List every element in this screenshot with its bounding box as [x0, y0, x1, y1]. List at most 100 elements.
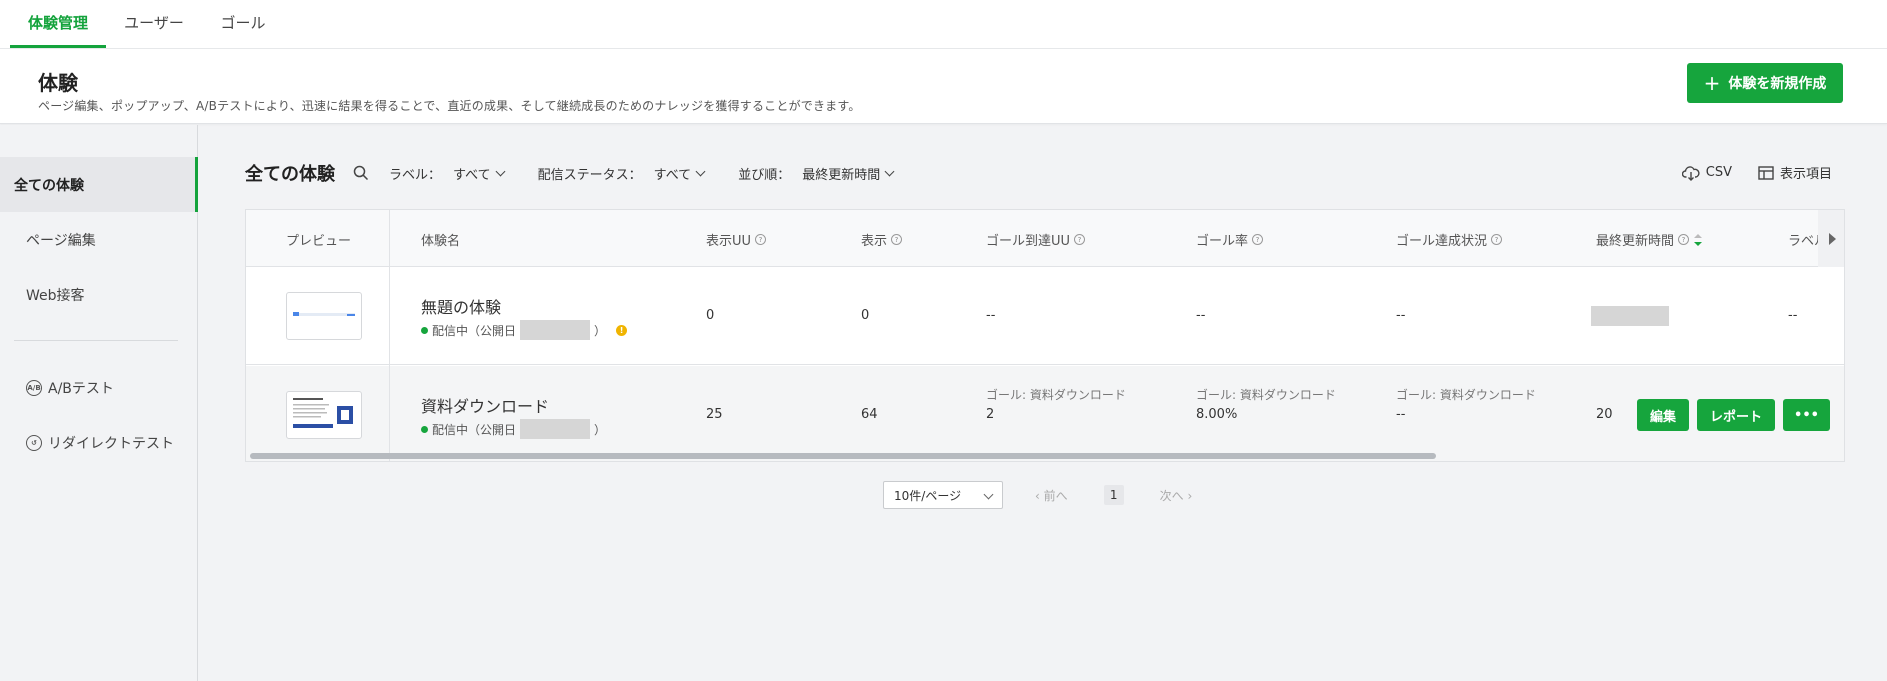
list-title: 全ての体験	[245, 164, 335, 185]
table-row[interactable]: 無題の体験 配信中（公開日） ! 0 0 -- -- -- --	[246, 267, 1844, 365]
scroll-right-button[interactable]	[1818, 210, 1844, 267]
report-button[interactable]: レポート	[1697, 399, 1775, 431]
sidebar-item-ab-test[interactable]: A/B A/Bテスト	[0, 360, 198, 415]
tab-experience-management[interactable]: 体験管理	[10, 0, 106, 48]
sort-icon[interactable]	[1693, 233, 1703, 247]
col-goal-status: ゴール達成状況?	[1396, 230, 1503, 249]
col-preview: プレビュー	[286, 234, 352, 249]
help-icon[interactable]: ?	[1678, 234, 1690, 245]
sidebar-item-label: A/Bテスト	[48, 380, 114, 397]
status-filter-label: 配信ステータス：	[537, 167, 642, 183]
column-divider	[389, 210, 390, 461]
experience-name[interactable]: 資料ダウンロード	[421, 393, 549, 417]
chevron-down-icon[interactable]	[884, 166, 895, 176]
top-navigation: 体験管理 ユーザー ゴール	[0, 0, 1887, 49]
tab-users[interactable]: ユーザー	[118, 0, 190, 48]
help-icon[interactable]: ?	[891, 234, 903, 245]
display-columns-button[interactable]: 表示項目	[1758, 163, 1832, 182]
label-value: --	[1788, 308, 1798, 323]
status-dot	[421, 326, 428, 334]
search-icon[interactable]	[353, 165, 369, 181]
page-title: 体験	[38, 71, 78, 95]
col-last-updated[interactable]: 最終更新時間?	[1596, 230, 1703, 249]
redacted-date	[1591, 306, 1669, 326]
redacted-date	[520, 320, 591, 340]
sidebar-item-label: 全ての体験	[14, 177, 84, 194]
delivery-status: 配信中（公開日） !	[421, 320, 628, 340]
status-filter-dropdown[interactable]: すべて	[654, 164, 692, 183]
page-description: ページ編集、ポップアップ、A/Bテストにより、迅速に結果を得ることで、直近の成果…	[38, 99, 861, 113]
display-value: 64	[861, 407, 878, 422]
sidebar-item-web-engagement[interactable]: Web接客	[0, 267, 198, 322]
warning-icon[interactable]: !	[616, 324, 628, 336]
create-experience-button[interactable]: + 体験を新規作成	[1687, 63, 1843, 103]
chevron-down-icon[interactable]	[695, 166, 706, 176]
help-icon[interactable]: ?	[1074, 234, 1086, 245]
preview-thumbnail[interactable]	[286, 292, 362, 340]
goal-name-label: ゴール: 資料ダウンロード	[1396, 388, 1536, 402]
goal-status-value: --	[1396, 308, 1406, 323]
prev-page-button[interactable]: ‹ 前へ	[1035, 487, 1068, 504]
display-value: 0	[861, 308, 870, 323]
pagination: 10件/ページ ‹ 前へ 1 次へ ›	[883, 481, 1192, 509]
goal-rate-value: 8.00%	[1196, 407, 1238, 422]
label-filter-dropdown[interactable]: すべて	[453, 164, 491, 183]
label-filter-label: ラベル：	[389, 167, 442, 183]
horizontal-scrollbar[interactable]	[250, 453, 1436, 459]
experience-name[interactable]: 無題の体験	[421, 294, 501, 318]
display-uu-value: 0	[706, 308, 715, 323]
redirect-icon: ↺	[26, 434, 42, 451]
goal-status-value: --	[1396, 407, 1406, 422]
status-dot	[421, 425, 428, 433]
col-goal-uu: ゴール到達UU?	[986, 230, 1086, 249]
sidebar-divider	[14, 340, 178, 341]
sidebar-item-all-experiences[interactable]: 全ての体験	[0, 157, 198, 212]
sort-dropdown[interactable]: 最終更新時間	[802, 164, 880, 183]
create-experience-label: 体験を新規作成	[1728, 76, 1827, 92]
edit-button[interactable]: 編集	[1637, 399, 1689, 431]
filter-bar: 全ての体験 ラベル： すべて 配信ステータス： すべて 並び順： 最終更新時間	[245, 160, 927, 186]
table-tools: CSV 表示項目	[1681, 163, 1832, 182]
csv-download-button[interactable]: CSV	[1681, 165, 1732, 181]
cloud-download-icon	[1681, 165, 1700, 181]
col-experience-name: 体験名	[421, 234, 461, 249]
goal-name-label: ゴール: 資料ダウンロード	[986, 388, 1126, 402]
tab-goals[interactable]: ゴール	[212, 0, 274, 48]
help-icon[interactable]: ?	[755, 234, 767, 245]
sidebar-item-label: Web接客	[26, 287, 85, 304]
sidebar-item-label: リダイレクトテスト	[48, 435, 174, 452]
experience-table: プレビュー 体験名 表示UU? 表示? ゴール到達UU? ゴール率? ゴール達成…	[245, 209, 1845, 462]
page-size-select[interactable]: 10件/ページ	[883, 481, 1003, 509]
sidebar-item-redirect-test[interactable]: ↺ リダイレクトテスト	[0, 415, 198, 470]
help-icon[interactable]: ?	[1491, 234, 1503, 245]
preview-thumbnail[interactable]	[286, 391, 362, 439]
page-number[interactable]: 1	[1103, 485, 1124, 505]
redacted-date	[520, 419, 591, 439]
last-updated-value: 20	[1596, 407, 1613, 422]
csv-label: CSV	[1705, 165, 1732, 180]
sidebar: 全ての体験 ページ編集 Web接客 A/B A/Bテスト ↺ リダイレクトテスト	[0, 125, 198, 681]
delivery-status: 配信中（公開日）	[421, 419, 606, 439]
goal-name-label: ゴール: 資料ダウンロード	[1196, 388, 1336, 402]
page-header: 体験 ページ編集、ポップアップ、A/Bテストにより、迅速に結果を得ることで、直近…	[0, 49, 1887, 124]
col-goal-rate: ゴール率?	[1196, 230, 1264, 249]
col-label: ラベル	[1788, 234, 1818, 249]
chevron-down-icon	[983, 489, 994, 500]
col-display: 表示?	[861, 230, 903, 249]
more-options-button[interactable]: •••	[1783, 399, 1830, 431]
next-page-button[interactable]: 次へ ›	[1160, 487, 1193, 504]
columns-icon	[1758, 165, 1774, 180]
goal-uu-value: 2	[986, 407, 995, 422]
sort-label: 並び順：	[738, 167, 791, 183]
caret-right-icon	[1828, 232, 1836, 245]
plus-icon: +	[1703, 71, 1721, 95]
goal-rate-value: --	[1196, 308, 1206, 323]
table-row[interactable]: 資料ダウンロード 配信中（公開日） 25 64 ゴール: 資料ダウンロード 2 …	[246, 366, 1844, 461]
chevron-down-icon[interactable]	[495, 166, 506, 176]
table-header: プレビュー 体験名 表示UU? 表示? ゴール到達UU? ゴール率? ゴール達成…	[246, 210, 1844, 267]
help-icon[interactable]: ?	[1252, 234, 1264, 245]
display-columns-label: 表示項目	[1779, 167, 1832, 182]
sidebar-item-page-edit[interactable]: ページ編集	[0, 212, 198, 267]
ab-test-icon: A/B	[26, 379, 42, 396]
display-uu-value: 25	[706, 407, 723, 422]
